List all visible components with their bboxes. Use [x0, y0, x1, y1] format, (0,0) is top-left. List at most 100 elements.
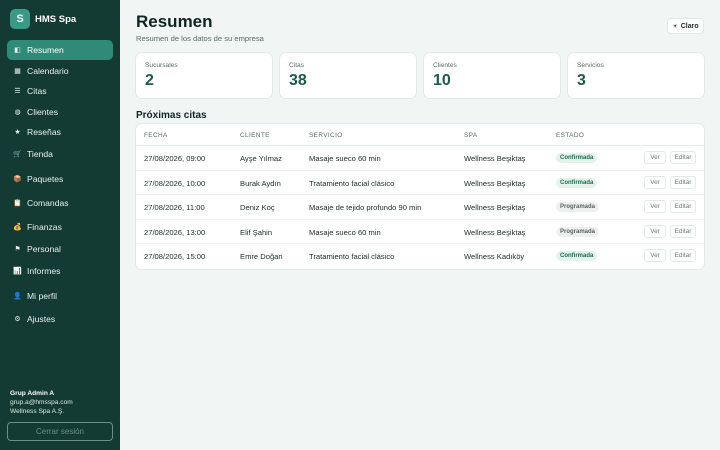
cell-spa: Wellness Beşiktaş	[464, 227, 526, 237]
section-title-appointments: Próximas citas	[136, 110, 207, 121]
staff-icon: ⚑	[14, 246, 21, 253]
sidebar-item-informes[interactable]: 📊 Informes	[7, 261, 113, 281]
table-row: 27/08/2026, 09:00 Ayşe Yılmaz Masaje sueco…	[136, 146, 704, 171]
status-badge: Programada	[556, 226, 600, 237]
sidebar-item-label: Clientes	[27, 107, 59, 117]
table-header: FECHA CLIENTE SERVICIO SPA ESTADO	[136, 124, 704, 146]
calendar-icon: ▦	[14, 68, 21, 75]
sidebar-item-clientes[interactable]: ◍ Clientes	[7, 102, 113, 122]
cell-date: 27/08/2026, 09:00	[144, 154, 206, 163]
star-icon: ★	[14, 129, 21, 136]
column-header-estado: ESTADO	[556, 132, 585, 139]
sidebar-item-ajustes[interactable]: ⚙ Ajustes	[7, 309, 113, 329]
stat-label: Servicios	[577, 62, 604, 69]
user-icon: 👤	[13, 293, 22, 300]
column-header-fecha: FECHA	[144, 132, 168, 139]
brand[interactable]: S HMS Spa	[10, 9, 76, 29]
clients-icon: ◍	[14, 109, 21, 116]
cell-client: Emre Doğan	[240, 252, 283, 262]
user-name: Grup Admin A	[10, 390, 55, 397]
sidebar-item-label: Paquetes	[27, 174, 64, 184]
cell-date: 27/08/2026, 15:00	[144, 252, 206, 262]
table-row: 27/08/2026, 11:00 Deniz Koç Masaje de teji…	[136, 195, 704, 220]
sidebar-item-resenas[interactable]: ★ Reseñas	[7, 122, 113, 142]
user-company: Wellness Spa A.Ş.	[10, 408, 65, 415]
cell-service: Masaje de tejido profundo 90 min	[309, 203, 422, 213]
user-email: grup.a@hmsspa.com	[10, 399, 73, 406]
page-title: Resumen	[136, 12, 213, 31]
stat-label: Citas	[289, 62, 305, 69]
sidebar-item-comandas[interactable]: 📋 Comandas	[7, 193, 113, 213]
edit-button[interactable]: Editar	[670, 224, 696, 238]
chart-icon: 📊	[13, 268, 22, 275]
stat-card-clientes: Clientes 10	[424, 53, 560, 98]
table-row: 27/08/2026, 13:00 Elif Şahin Masaje sueco …	[136, 220, 704, 245]
cell-service: Tratamiento facial clásico	[309, 178, 395, 188]
stat-value: 10	[433, 72, 451, 89]
sidebar-item-label: Citas	[27, 86, 47, 96]
status-badge: Confirmada	[556, 177, 598, 188]
cell-spa: Wellness Beşiktaş	[464, 154, 526, 163]
sidebar-item-label: Finanzas	[27, 222, 62, 232]
list-icon: ☰	[14, 88, 21, 95]
main-content: Resumen Resumen de los datos de su empre…	[120, 0, 720, 450]
stat-card-sucursales: Sucursales 2	[136, 53, 272, 98]
column-header-spa: SPA	[464, 132, 478, 139]
view-button[interactable]: Ver	[644, 151, 666, 164]
status-badge: Confirmada	[556, 251, 598, 262]
column-header-cliente: CLIENTE	[240, 132, 270, 139]
cart-icon: 🛒	[13, 151, 22, 158]
cell-service: Masaje sueco 60 min	[309, 227, 381, 237]
cell-date: 27/08/2026, 10:00	[144, 178, 206, 188]
money-bag-icon: 💰	[13, 224, 22, 231]
view-button[interactable]: Ver	[644, 224, 666, 238]
stat-value: 2	[145, 72, 154, 89]
stat-label: Sucursales	[145, 62, 178, 69]
sidebar-item-label: Comandas	[27, 198, 69, 208]
view-button[interactable]: Ver	[644, 249, 666, 263]
theme-label: Claro	[680, 22, 699, 30]
theme-toggle-button[interactable]: ☀ Claro	[667, 18, 704, 34]
sidebar-item-personal[interactable]: ⚑ Personal	[7, 239, 113, 259]
status-badge: Programada	[556, 202, 600, 213]
user-info: Grup Admin A grup.a@hmsspa.com Wellness …	[10, 389, 73, 416]
sidebar: S HMS Spa ◧ Resumen ▦ Calendario ☰ Citas ◍ Clie…	[0, 0, 120, 450]
sidebar-item-label: Reseñas	[27, 127, 61, 137]
package-icon: 📦	[13, 176, 22, 183]
sidebar-item-label: Ajustes	[27, 314, 56, 324]
sidebar-item-label: Calendario	[27, 66, 69, 76]
sidebar-item-label: Resumen	[27, 45, 64, 55]
sidebar-item-label: Personal	[27, 244, 61, 254]
stat-value: 38	[289, 72, 307, 89]
sidebar-item-finanzas[interactable]: 💰 Finanzas	[7, 217, 113, 237]
appointments-table: FECHA CLIENTE SERVICIO SPA ESTADO 27/08/2026…	[136, 124, 704, 269]
sidebar-item-citas[interactable]: ☰ Citas	[7, 81, 113, 101]
stat-card-citas: Citas 38	[280, 53, 416, 98]
sidebar-item-tienda[interactable]: 🛒 Tienda	[7, 144, 113, 164]
edit-button[interactable]: Editar	[670, 200, 696, 214]
cell-date: 27/08/2026, 13:00	[144, 227, 206, 237]
sidebar-item-calendario[interactable]: ▦ Calendario	[7, 61, 113, 81]
sidebar-item-mi-perfil[interactable]: 👤 Mi perfil	[7, 286, 113, 306]
logout-button[interactable]: Cerrar sesión	[7, 422, 113, 441]
cell-spa: Wellness Kadıköy	[464, 252, 525, 262]
status-badge: Confirmada	[556, 153, 598, 163]
column-header-servicio: SERVICIO	[309, 132, 343, 139]
cell-service: Tratamiento facial clásico	[309, 252, 395, 262]
sidebar-item-label: Mi perfil	[27, 291, 58, 301]
stat-value: 3	[577, 72, 586, 89]
edit-button[interactable]: Editar	[670, 151, 696, 164]
view-button[interactable]: Ver	[644, 200, 666, 214]
table-row: 27/08/2026, 15:00 Emre Doğan Tratamiento f…	[136, 244, 704, 269]
edit-button[interactable]: Editar	[670, 249, 696, 263]
sidebar-item-resumen[interactable]: ◧ Resumen	[7, 40, 113, 60]
sun-icon: ☀	[672, 23, 678, 30]
sidebar-item-label: Informes	[27, 266, 61, 276]
stat-label: Clientes	[433, 62, 457, 69]
table-row: 27/08/2026, 10:00 Burak Aydın Tratamiento …	[136, 171, 704, 196]
edit-button[interactable]: Editar	[670, 175, 696, 189]
sidebar-item-paquetes[interactable]: 📦 Paquetes	[7, 169, 113, 189]
page-subtitle: Resumen de los datos de su empresa	[136, 34, 264, 43]
clipboard-icon: 📋	[13, 200, 22, 207]
view-button[interactable]: Ver	[644, 175, 666, 189]
